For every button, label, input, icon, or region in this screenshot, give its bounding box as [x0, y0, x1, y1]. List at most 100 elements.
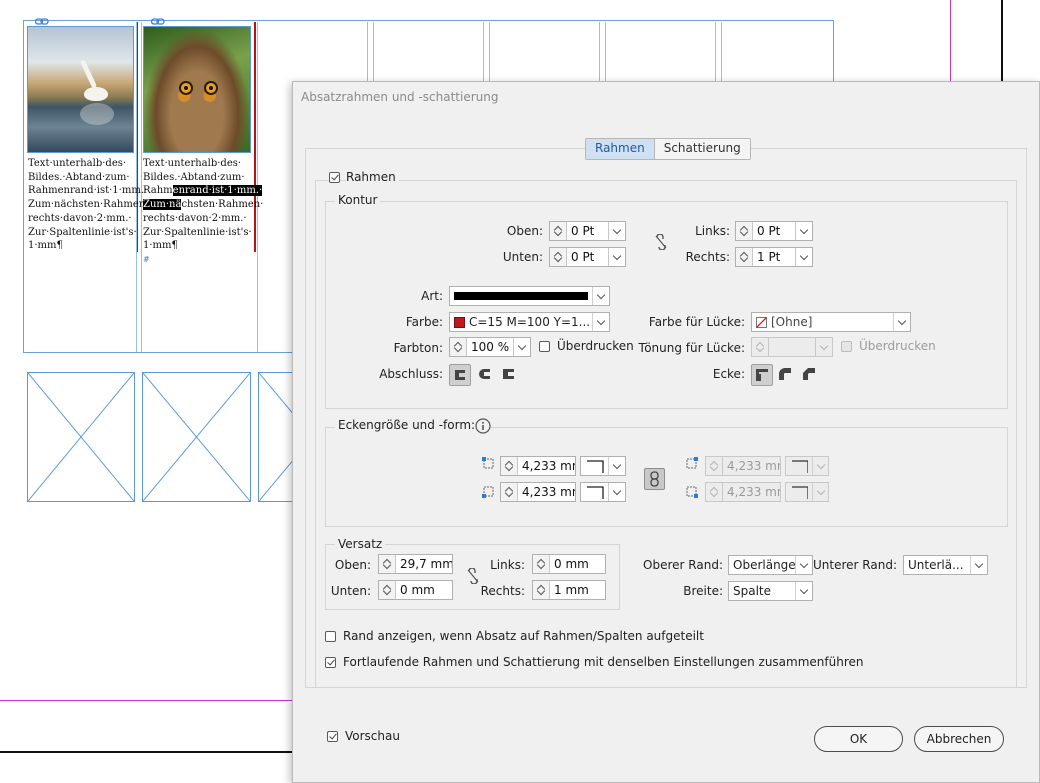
abschluss-label: Abschluss: [379, 367, 443, 381]
chevron-down-icon[interactable] [608, 248, 625, 266]
caption-line: Zum·nächsten·Rahmen· [143, 198, 263, 212]
chevron-down-icon[interactable] [795, 248, 812, 266]
corner-br-size-value: 4,233 mm [727, 485, 780, 499]
breite-select[interactable]: Spalte [728, 581, 813, 601]
join-miter-button[interactable] [751, 364, 773, 386]
stepper-arrows[interactable] [550, 222, 567, 240]
chevron-down-icon[interactable] [795, 556, 812, 574]
versatz-links-label: Links: [490, 558, 525, 572]
ok-button[interactable]: OK [814, 726, 903, 752]
stepper-arrows[interactable] [706, 457, 723, 475]
owl-photo[interactable] [143, 26, 251, 153]
toenung-field[interactable] [751, 337, 833, 357]
empty-graphic-frame[interactable] [27, 372, 135, 502]
kontur-unten-field[interactable]: 0 Pt [549, 247, 626, 267]
cap-round-button[interactable] [475, 364, 497, 386]
stepper-arrows[interactable] [450, 338, 467, 356]
swan-photo[interactable] [27, 26, 134, 153]
stepper-arrows[interactable] [752, 338, 769, 356]
ueberdrucken-checkbox[interactable] [539, 341, 550, 352]
tab-bar: Rahmen Schattierung [585, 138, 751, 160]
corner-top-right-icon [686, 457, 698, 469]
kontur-links-field[interactable]: 0 Pt [735, 221, 813, 241]
chevron-down-icon[interactable] [592, 313, 609, 331]
join-bevel-button[interactable] [799, 364, 821, 386]
kontur-rechts-field[interactable]: 1 Pt [735, 247, 813, 267]
empty-graphic-frame[interactable] [142, 372, 251, 502]
kontur-oben-value: 0 Pt [571, 224, 595, 238]
versatz-oben-label: Oben: [334, 558, 371, 572]
chevron-down-icon[interactable] [815, 338, 832, 356]
stepper-arrows[interactable] [550, 248, 567, 266]
kontur-oben-field[interactable]: 0 Pt [549, 221, 626, 241]
stepper-arrows[interactable] [533, 555, 550, 573]
chevron-down-icon[interactable] [812, 457, 828, 475]
corner-br-shape-select[interactable] [785, 482, 829, 502]
versatz-oben-value: 29,7 mm [400, 557, 452, 571]
corner-tl-size-field[interactable]: 4,233 mm [500, 456, 576, 476]
chevron-down-icon[interactable] [812, 483, 828, 501]
caption-line: rechts·davon·2·mm.· [143, 212, 247, 224]
fortlaufend-checkbox[interactable] [325, 657, 336, 668]
oberer-rand-value: Oberlänge [733, 558, 795, 572]
chevron-down-icon[interactable] [970, 556, 987, 574]
versatz-oben-field[interactable]: 29,7 mm [378, 554, 453, 574]
corner-tl-size-value: 4,233 mm [522, 459, 575, 473]
join-round-button[interactable] [775, 364, 797, 386]
anchor-link-icon [35, 18, 49, 25]
corner-tr-shape-select[interactable] [785, 456, 829, 476]
cap-butt-button[interactable] [449, 364, 471, 386]
versatz-rechts-label: Rechts: [480, 584, 525, 598]
info-icon[interactable] [475, 418, 491, 434]
ecke-label: Ecke: [712, 367, 745, 381]
chevron-down-icon[interactable] [513, 338, 530, 356]
versatz-links-field[interactable]: 0 mm [532, 554, 606, 574]
stepper-arrows[interactable] [379, 555, 396, 573]
tab-rahmen[interactable]: Rahmen [586, 139, 654, 159]
stepper-arrows[interactable] [533, 581, 550, 599]
chevron-down-icon[interactable] [608, 457, 625, 475]
corner-tl-shape-select[interactable] [580, 456, 626, 476]
farbe-select[interactable]: C=15 M=100 Y=1... [449, 312, 610, 332]
corner-link-button[interactable] [644, 468, 665, 490]
rahmen-checkbox[interactable] [329, 172, 340, 183]
rand-anzeigen-checkbox[interactable] [325, 631, 336, 642]
cap-butt-icon [455, 370, 465, 380]
caption-text-2[interactable]: Text·unterhalb·des· Bildes.·Abtand·zum· … [143, 157, 263, 267]
versatz-rechts-field[interactable]: 1 mm [532, 580, 606, 600]
chevron-down-icon[interactable] [795, 582, 812, 600]
kontur-links-label: Links: [695, 224, 730, 238]
corner-bl-size-field[interactable]: 4,233 mm [500, 482, 576, 502]
cap-projecting-button[interactable] [499, 364, 521, 386]
cancel-button[interactable]: Abbrechen [914, 726, 1004, 752]
fortlaufend-label: Fortlaufende Rahmen und Schattierung mit… [343, 655, 864, 669]
chevron-down-icon[interactable] [893, 313, 910, 331]
tab-schattierung[interactable]: Schattierung [653, 139, 750, 159]
stepper-arrows[interactable] [706, 483, 723, 501]
corner-bl-shape-select[interactable] [580, 482, 626, 502]
stepper-arrows[interactable] [501, 483, 518, 501]
unterer-rand-select[interactable]: Unterlä... [903, 555, 988, 575]
chevron-down-icon[interactable] [608, 222, 625, 240]
chevron-down-icon[interactable] [592, 287, 609, 305]
chevron-down-icon[interactable] [795, 222, 812, 240]
art-select[interactable] [449, 286, 610, 306]
anchor-link-icon [151, 18, 165, 25]
chevron-down-icon[interactable] [608, 483, 625, 501]
caption-text-1[interactable]: Text·unterhalb·des· Bildes.·Abtand·zum· … [28, 157, 148, 253]
stepper-arrows[interactable] [501, 457, 518, 475]
oberer-rand-select[interactable]: Oberlänge [728, 555, 813, 575]
stepper-arrows[interactable] [736, 248, 753, 266]
stepper-arrows[interactable] [736, 222, 753, 240]
corner-tr-size-field[interactable]: 4,233 mm [705, 456, 781, 476]
versatz-unten-field[interactable]: 0 mm [378, 580, 453, 600]
stepper-arrows[interactable] [379, 581, 396, 599]
kontur-oben-label: Oben: [506, 224, 543, 238]
corner-br-size-field[interactable]: 4,233 mm [705, 482, 781, 502]
caption-fragment: chsten·Rahmen· [181, 199, 264, 211]
vorschau-checkbox[interactable] [327, 731, 338, 742]
farbton-field[interactable]: 100 % [449, 337, 531, 357]
ecken-label: Eckengröße und -form: [335, 418, 479, 432]
ueberdrucken2-checkbox[interactable] [841, 341, 852, 352]
farbe-luecke-select[interactable]: [Ohne] [751, 312, 911, 332]
